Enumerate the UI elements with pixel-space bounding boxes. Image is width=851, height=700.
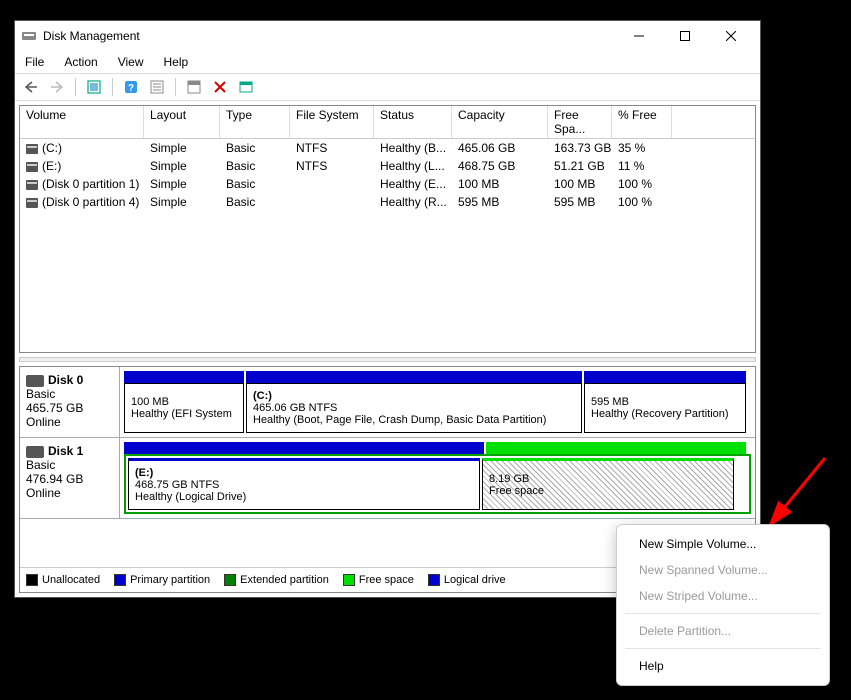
disk-size: 476.94 GB (26, 472, 113, 486)
col-pctfree[interactable]: % Free (612, 106, 672, 138)
hdd-icon (26, 446, 44, 458)
menu-separator (625, 613, 821, 614)
legend-unallocated: Unallocated (26, 574, 100, 586)
legend-extended: Extended partition (224, 574, 329, 586)
settings-button[interactable] (184, 77, 204, 97)
partition-header-free (486, 442, 746, 454)
back-button[interactable] (21, 77, 41, 97)
maximize-button[interactable] (662, 21, 708, 51)
disk-partitions-0: 100 MB Healthy (EFI System (C:) 465.06 G… (120, 367, 755, 437)
col-free[interactable]: Free Spa... (548, 106, 612, 138)
table-row[interactable]: (Disk 0 partition 4)SimpleBasicHealthy (… (20, 193, 755, 211)
col-filesystem[interactable]: File System (290, 106, 374, 138)
disk-management-window: Disk Management File Action View Help ? … (14, 20, 761, 598)
extended-partition: (E:) 468.75 GB NTFS Healthy (Logical Dri… (124, 454, 751, 514)
partition-efi[interactable]: 100 MB Healthy (EFI System (124, 383, 244, 433)
table-row[interactable]: (E:)SimpleBasicNTFSHealthy (L...468.75 G… (20, 157, 755, 175)
disk-status: Online (26, 415, 113, 429)
col-layout[interactable]: Layout (144, 106, 220, 138)
volume-list[interactable]: Volume Layout Type File System Status Ca… (19, 105, 756, 353)
forward-button[interactable] (47, 77, 67, 97)
menu-new-spanned-volume: New Spanned Volume... (617, 557, 829, 583)
col-volume[interactable]: Volume (20, 106, 144, 138)
partition-e[interactable]: (E:) 468.75 GB NTFS Healthy (Logical Dri… (128, 458, 480, 510)
content-area: Volume Layout Type File System Status Ca… (15, 101, 760, 597)
context-menu: New Simple Volume... New Spanned Volume.… (616, 524, 830, 686)
menu-separator (625, 648, 821, 649)
disk-row-0: Disk 0 Basic 465.75 GB Online 100 MB (20, 367, 755, 438)
toolbar-separator (175, 78, 176, 96)
disk-partitions-1: (E:) 468.75 GB NTFS Healthy (Logical Dri… (120, 438, 755, 518)
partition-header (124, 371, 244, 383)
refresh-button[interactable] (84, 77, 104, 97)
disk-info-1[interactable]: Disk 1 Basic 476.94 GB Online (20, 438, 120, 518)
menu-new-striped-volume: New Striped Volume... (617, 583, 829, 609)
svg-text:?: ? (128, 83, 134, 94)
titlebar[interactable]: Disk Management (15, 21, 760, 51)
disk-size: 465.75 GB (26, 401, 113, 415)
partition-header (584, 371, 746, 383)
col-capacity[interactable]: Capacity (452, 106, 548, 138)
volume-rows: (C:)SimpleBasicNTFSHealthy (B...465.06 G… (20, 139, 755, 211)
col-status[interactable]: Status (374, 106, 452, 138)
properties-button[interactable] (147, 77, 167, 97)
legend-primary: Primary partition (114, 574, 210, 586)
menu-help[interactable]: Help (160, 53, 193, 71)
table-row[interactable]: (Disk 0 partition 1)SimpleBasicHealthy (… (20, 175, 755, 193)
partition-header (246, 371, 582, 383)
menu-bar: File Action View Help (15, 51, 760, 74)
disk-type: Basic (26, 458, 113, 472)
app-icon (21, 28, 37, 44)
toolbar: ? (15, 74, 760, 101)
disk-name: Disk 0 (48, 373, 83, 387)
disk-name: Disk 1 (48, 444, 83, 458)
disk-type: Basic (26, 387, 113, 401)
menu-delete-partition: Delete Partition... (617, 618, 829, 644)
legend-logical: Logical drive (428, 574, 506, 586)
partition-recovery[interactable]: 595 MB Healthy (Recovery Partition) (584, 383, 746, 433)
partition-c[interactable]: (C:) 465.06 GB NTFS Healthy (Boot, Page … (246, 383, 582, 433)
volume-list-header[interactable]: Volume Layout Type File System Status Ca… (20, 106, 755, 139)
splitter[interactable] (19, 357, 756, 362)
window-title: Disk Management (43, 29, 616, 43)
menu-view[interactable]: View (114, 53, 148, 71)
menu-action[interactable]: Action (60, 53, 101, 71)
help-icon[interactable]: ? (121, 77, 141, 97)
free-space[interactable]: 8.19 GB Free space (482, 458, 734, 510)
legend-free: Free space (343, 574, 414, 586)
view-options-button[interactable] (236, 77, 256, 97)
disk-row-1: Disk 1 Basic 476.94 GB Online (E:) (20, 438, 755, 519)
table-row[interactable]: (C:)SimpleBasicNTFSHealthy (B...465.06 G… (20, 139, 755, 157)
menu-new-simple-volume[interactable]: New Simple Volume... (617, 531, 829, 557)
toolbar-separator (112, 78, 113, 96)
disk-info-0[interactable]: Disk 0 Basic 465.75 GB Online (20, 367, 120, 437)
close-button[interactable] (708, 21, 754, 51)
partition-header (124, 442, 484, 454)
minimize-button[interactable] (616, 21, 662, 51)
toolbar-separator (75, 78, 76, 96)
col-type[interactable]: Type (220, 106, 290, 138)
menu-file[interactable]: File (21, 53, 48, 71)
hdd-icon (26, 375, 44, 387)
disk-status: Online (26, 486, 113, 500)
delete-button[interactable] (210, 77, 230, 97)
menu-help[interactable]: Help (617, 653, 829, 679)
